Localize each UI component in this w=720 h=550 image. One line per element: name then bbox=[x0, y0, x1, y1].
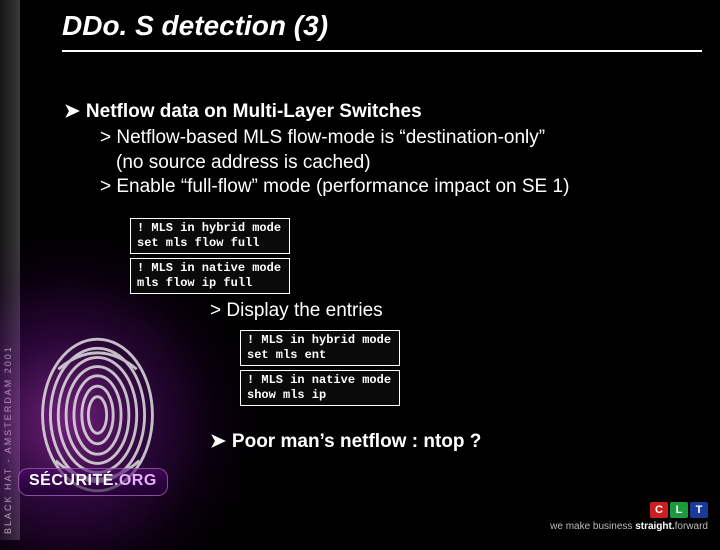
triangle-bullet-icon: ➤ bbox=[210, 430, 226, 453]
subbullet-dest-only-cont: (no source address is cached) bbox=[116, 151, 700, 175]
bullet-ntop: ➤ Poor man’s netflow : ntop ? bbox=[210, 430, 481, 453]
footer-tag-bold: straight. bbox=[635, 521, 674, 532]
footer-tagline: we make business straight.forward bbox=[550, 521, 708, 532]
subbullet-display-text: Display the entries bbox=[226, 300, 382, 321]
footer-tag-2: forward bbox=[675, 521, 708, 532]
triangle-bullet-icon: ➤ bbox=[64, 100, 80, 124]
subbullet-full-flow-text: Enable “full-flow” mode (performance imp… bbox=[116, 176, 569, 197]
block-l: L bbox=[670, 502, 688, 518]
footer-branding: CLT we make business straight.forward bbox=[550, 502, 708, 532]
code-native-show: ! MLS in native mode show mls ip bbox=[240, 370, 400, 406]
slide-content: ➤ Netflow data on Multi-Layer Switches > … bbox=[60, 100, 700, 200]
slide-title: DDo. S detection (3) bbox=[62, 10, 328, 42]
code-native-flow: ! MLS in native mode mls flow ip full bbox=[130, 258, 290, 294]
code-hybrid-flow: ! MLS in hybrid mode set mls flow full bbox=[130, 218, 290, 254]
securite-org-logo: SÉCURITÉ.ORG bbox=[18, 468, 168, 496]
footer-tag-1: we make business bbox=[550, 521, 635, 532]
title-divider bbox=[62, 50, 702, 52]
logo-main-text: SÉCURITÉ bbox=[29, 472, 114, 489]
block-t: T bbox=[690, 502, 708, 518]
subbullet-dest-only-cont-text: (no source address is cached) bbox=[116, 152, 371, 173]
bullet-netflow-mls-text: Netflow data on Multi-Layer Switches bbox=[86, 101, 422, 122]
bullet-ntop-text: Poor man’s netflow : ntop ? bbox=[232, 431, 481, 452]
conference-sidebar: BLACK HAT - AMSTERDAM 2001 bbox=[0, 0, 20, 540]
subbullet-dest-only-text: Netflow-based MLS flow-mode is “destinat… bbox=[116, 127, 545, 148]
subbullet-dest-only: > Netflow-based MLS flow-mode is “destin… bbox=[100, 126, 700, 150]
subbullet-full-flow: > Enable “full-flow” mode (performance i… bbox=[100, 175, 700, 199]
code-hybrid-ent: ! MLS in hybrid mode set mls ent bbox=[240, 330, 400, 366]
logo-suffix-text: .ORG bbox=[114, 472, 157, 489]
block-c: C bbox=[650, 502, 668, 518]
footer-color-blocks: CLT bbox=[550, 502, 708, 518]
subbullet-display: > Display the entries bbox=[210, 300, 383, 322]
bullet-netflow-mls: ➤ Netflow data on Multi-Layer Switches bbox=[64, 100, 700, 124]
